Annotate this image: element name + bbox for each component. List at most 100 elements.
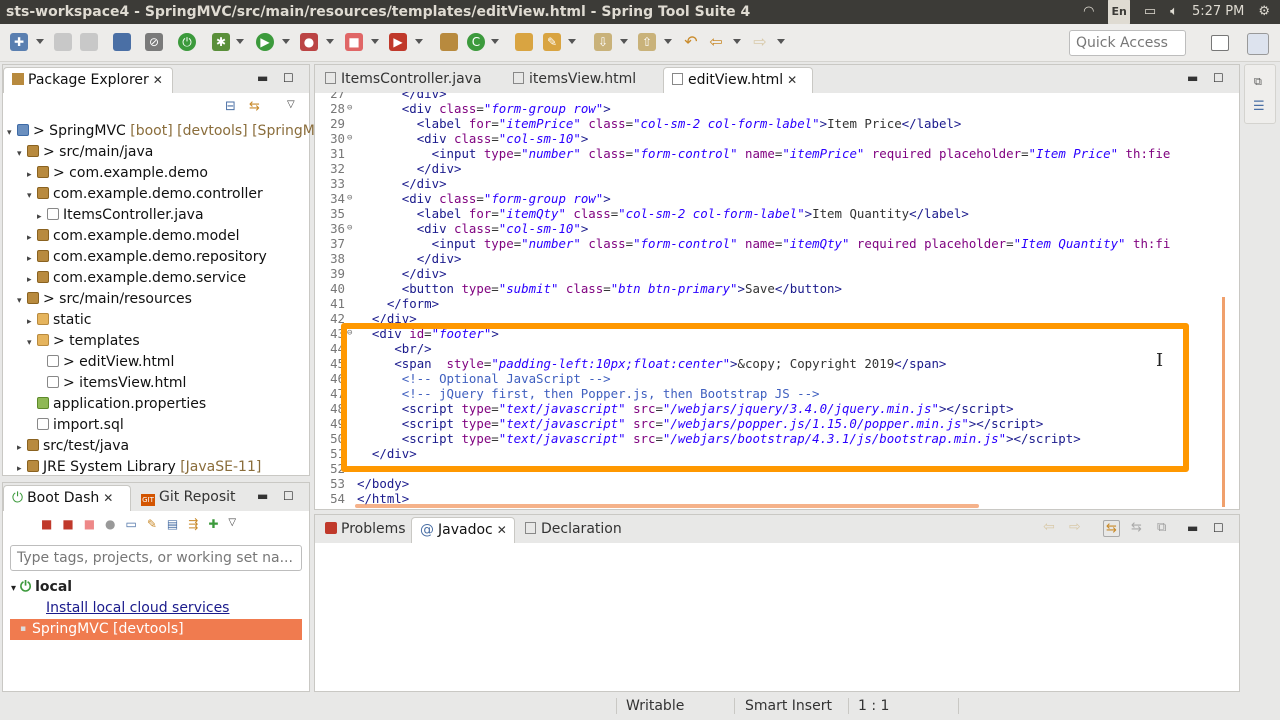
- collapse-all-icon[interactable]: ⊟: [225, 99, 236, 114]
- tree-item[interactable]: ▸ JRE System Library [JavaSE-11]: [17, 457, 261, 478]
- forward-dropdown-arrow[interactable]: [777, 39, 785, 44]
- open-declaration-icon[interactable]: ⧉: [1157, 520, 1166, 535]
- collapse-arrow-icon[interactable]: ▾: [7, 123, 17, 144]
- code-line[interactable]: </body>: [357, 476, 409, 491]
- code-line[interactable]: <div class="col-sm-10">: [357, 131, 589, 146]
- code-line[interactable]: <label for="itemQty" class="col-sm-2 col…: [357, 206, 969, 221]
- tree-item[interactable]: ▸ com.example.demo.repository: [27, 247, 267, 268]
- coverage-dropdown-arrow[interactable]: [326, 39, 334, 44]
- open-perspective-icon[interactable]: [1211, 35, 1229, 51]
- search-icon[interactable]: ✎: [543, 33, 561, 51]
- view-menu-icon[interactable]: ▽: [287, 99, 295, 110]
- wifi-icon[interactable]: ◠: [1083, 0, 1094, 24]
- maximize-icon[interactable]: ☐: [283, 71, 294, 85]
- code-line[interactable]: </html>: [357, 491, 409, 506]
- code-line[interactable]: <label for="itemPrice" class="col-sm-2 c…: [357, 116, 962, 131]
- coverage-icon[interactable]: ●: [300, 33, 318, 51]
- previous-annotation-dropdown-arrow[interactable]: [664, 39, 672, 44]
- outline-icon[interactable]: ☰: [1253, 99, 1265, 114]
- relaunch-dropdown-arrow[interactable]: [415, 39, 423, 44]
- code-line[interactable]: </form>: [357, 296, 439, 311]
- tab-problems[interactable]: Problems: [317, 517, 414, 543]
- settings-gear-icon[interactable]: ⚙: [1258, 0, 1270, 24]
- code-line[interactable]: <span style="padding-left:10px;float:cen…: [357, 356, 946, 371]
- link-with-editor-icon[interactable]: ⇆: [249, 99, 260, 114]
- back-icon[interactable]: ⇦: [707, 33, 725, 51]
- minimize-icon[interactable]: ▬: [257, 489, 268, 503]
- collapse-arrow-icon[interactable]: ▾: [27, 186, 37, 207]
- stop-dropdown-arrow[interactable]: [371, 39, 379, 44]
- boot-dash-filter-input[interactable]: Type tags, projects, or working set na..…: [10, 545, 302, 571]
- expand-arrow-icon[interactable]: ▾: [11, 583, 16, 594]
- battery-icon[interactable]: ▭: [1144, 0, 1156, 24]
- view-menu-icon[interactable]: ▽: [228, 517, 236, 535]
- code-line[interactable]: <!-- jQuery first, then Popper.js, then …: [357, 386, 820, 401]
- code-line[interactable]: </div>: [357, 446, 417, 461]
- save-all-icon[interactable]: [80, 33, 98, 51]
- quick-access-input[interactable]: Quick Access: [1069, 30, 1186, 56]
- maximize-icon[interactable]: ☐: [1213, 71, 1224, 85]
- console-icon[interactable]: ▭: [126, 517, 137, 535]
- tab-itemscontroller-java[interactable]: ItemsController.java: [317, 67, 490, 93]
- tree-item[interactable]: application.properties: [27, 394, 206, 415]
- properties-icon[interactable]: ▤: [167, 517, 178, 535]
- keyboard-language-indicator[interactable]: En: [1108, 0, 1130, 25]
- stop-icon[interactable]: ■: [84, 517, 95, 535]
- close-icon[interactable]: ✕: [103, 491, 113, 505]
- new-class-icon[interactable]: C: [467, 33, 485, 51]
- code-line[interactable]: <script type="text/javascript" src="/web…: [357, 431, 1081, 446]
- tree-item[interactable]: ▸ com.example.demo.service: [27, 268, 246, 289]
- code-line[interactable]: <script type="text/javascript" src="/web…: [357, 401, 1014, 416]
- collapse-arrow-icon[interactable]: ▾: [27, 333, 37, 354]
- terminal-icon[interactable]: [113, 33, 131, 51]
- code-line[interactable]: </div>: [357, 251, 462, 266]
- code-editor[interactable]: 27 </div> 28 ⊖ <div class="form-group row"…: [315, 92, 1225, 507]
- code-line[interactable]: <input type="number" class="form-control…: [357, 236, 1171, 251]
- save-icon[interactable]: [54, 33, 72, 51]
- tab-git-repositories[interactable]: GIT Git Reposit: [133, 485, 244, 511]
- expand-arrow-icon[interactable]: ▸: [17, 459, 27, 480]
- filter-icon[interactable]: ⇶: [188, 517, 198, 535]
- skip-breakpoints-icon[interactable]: ⊘: [145, 33, 163, 51]
- minimize-icon[interactable]: ▬: [1187, 71, 1198, 85]
- run-icon[interactable]: ▶: [256, 33, 274, 51]
- add-icon[interactable]: ✚: [208, 517, 218, 535]
- boot-dashboard-icon[interactable]: ⏻: [178, 33, 196, 51]
- tab-editview-html[interactable]: editView.html ✕: [663, 67, 813, 93]
- minimize-icon[interactable]: ▬: [257, 71, 268, 85]
- fold-toggle-icon[interactable]: ⊖: [347, 101, 352, 116]
- tree-item[interactable]: import.sql: [27, 415, 124, 436]
- minimize-icon[interactable]: ▬: [1187, 521, 1198, 535]
- tree-item[interactable]: ▾ > src/main/java: [17, 142, 153, 163]
- restore-icon[interactable]: ⧉: [1254, 75, 1262, 89]
- tree-item[interactable]: ▸ ItemsController.java: [37, 205, 204, 226]
- volume-icon[interactable]: 🔈︎: [1170, 0, 1178, 24]
- start-icon[interactable]: ■: [41, 517, 52, 535]
- open-browser-icon[interactable]: ●: [105, 517, 115, 535]
- debug-dropdown-arrow[interactable]: [236, 39, 244, 44]
- previous-annotation-icon[interactable]: ⇧: [638, 33, 656, 51]
- back-icon[interactable]: ⇦: [1043, 519, 1055, 535]
- expand-arrow-icon[interactable]: ▸: [17, 438, 27, 459]
- tab-declaration[interactable]: Declaration: [517, 517, 630, 543]
- code-line[interactable]: </div>: [357, 176, 447, 191]
- fold-toggle-icon[interactable]: ⊖: [347, 191, 352, 206]
- fold-toggle-icon[interactable]: ⊖: [347, 131, 352, 146]
- open-type-icon[interactable]: [515, 33, 533, 51]
- new-package-icon[interactable]: [440, 33, 458, 51]
- code-line[interactable]: <input type="number" class="form-control…: [357, 146, 1171, 161]
- tab-javadoc[interactable]: @ Javadoc ✕: [411, 517, 515, 543]
- link-with-selection-icon[interactable]: ⇆: [1103, 520, 1120, 537]
- open-attached-javadoc-icon[interactable]: ⇆: [1131, 520, 1142, 535]
- java-ee-perspective-icon[interactable]: [1247, 33, 1269, 55]
- maximize-icon[interactable]: ☐: [1213, 521, 1224, 535]
- tree-item[interactable]: ▸ com.example.demo.model: [27, 226, 240, 247]
- debug-start-icon[interactable]: ■: [62, 517, 73, 535]
- expand-arrow-icon[interactable]: ▸: [27, 249, 37, 270]
- code-line[interactable]: <button type="submit" class="btn btn-pri…: [357, 281, 842, 296]
- tree-item[interactable]: ▸ static: [27, 310, 91, 331]
- forward-icon[interactable]: ⇨: [1069, 519, 1081, 535]
- code-line[interactable]: <script type="text/javascript" src="/web…: [357, 416, 1044, 431]
- tab-itemsview-html[interactable]: itemsView.html: [505, 67, 644, 93]
- close-icon[interactable]: ✕: [787, 73, 797, 87]
